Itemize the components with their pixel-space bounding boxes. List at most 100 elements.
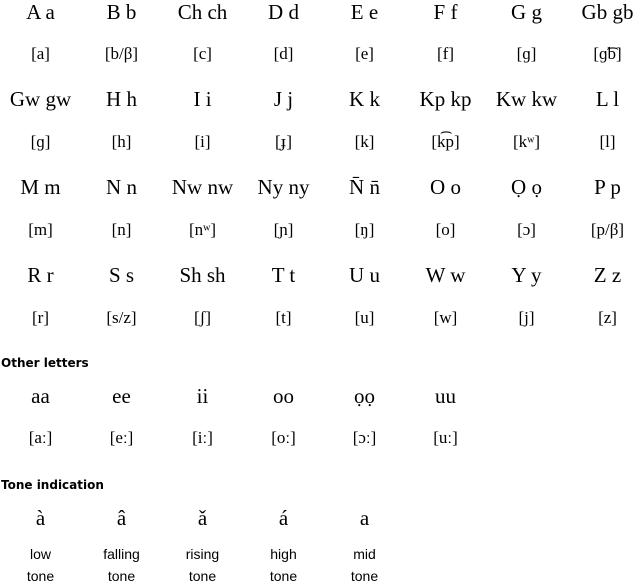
ipa-cell: [d]	[273, 44, 294, 63]
letter-row: M m N n Nw nw Ny ny N̄ n̄ O o Ọ ọ P p	[0, 176, 636, 220]
letter-cell: R r	[27, 263, 54, 287]
letter-cell: F f	[433, 0, 458, 24]
other-letters-heading: Other letters	[1, 356, 89, 370]
tone-label: falling tone	[81, 543, 162, 587]
ipa-cell: [ɲ]	[273, 220, 294, 239]
ipa-cell: [w]	[433, 308, 458, 327]
letter-cell: J j	[273, 87, 294, 111]
letter-cell: Gw gw	[9, 87, 72, 111]
letter-cell: P p	[594, 175, 621, 199]
letter-cell: O o	[430, 175, 461, 199]
letter-cell: Kp kp	[419, 87, 472, 111]
ipa-cell: [e]	[355, 44, 374, 63]
tone-mark: ǎ	[197, 506, 208, 530]
letter-cell: T t	[271, 263, 296, 287]
ipa-cell: [ɔː]	[352, 428, 377, 447]
letter-cell: H h	[106, 87, 137, 111]
letter-row: R r S s Sh sh T t U u W w Y y Z z	[0, 264, 636, 308]
ipa-cell: [f]	[437, 44, 454, 63]
ipa-cell: [ɡ]	[516, 44, 537, 63]
ipa-cell: [oː]	[271, 428, 296, 447]
ipa-cell: [ɔ]	[517, 220, 536, 239]
letter-cell: ee	[112, 384, 131, 408]
ipa-row: [a] [b/β] [c] [d] [e] [f] [ɡ] [ɡ͡b]	[0, 44, 636, 88]
tone-indication-heading: Tone indication	[1, 478, 104, 492]
letter-cell: N n	[106, 175, 137, 199]
ipa-row: [aː] [eː] [iː] [oː] [ɔː] [uː]	[0, 428, 636, 472]
ipa-cell: [eː]	[109, 428, 134, 447]
letter-row: aa ee ii oo ọọ uu	[0, 385, 636, 428]
letter-cell: aa	[31, 384, 50, 408]
tone-label: rising tone	[162, 543, 243, 587]
ipa-cell: [h]	[111, 132, 132, 151]
tone-mark: â	[116, 506, 127, 530]
ipa-cell: [o]	[435, 220, 456, 239]
letter-cell: D d	[268, 0, 299, 24]
letter-cell: Z z	[593, 263, 622, 287]
ipa-cell: [p/β]	[590, 220, 625, 239]
ipa-cell: [aː]	[28, 428, 53, 447]
letter-cell: uu	[435, 384, 456, 408]
ipa-cell: [r]	[32, 308, 49, 327]
ipa-cell: [ɡ͡b]	[593, 44, 622, 63]
letter-cell: U u	[349, 263, 380, 287]
tone-label: mid tone	[324, 543, 405, 587]
letter-row: A a B b Ch ch D d E e F f G g Gb gb	[0, 0, 636, 44]
tone-name: low	[29, 546, 51, 562]
ipa-row: [m] [n] [nʷ] [ɲ] [ŋ] [o] [ɔ] [p/β]	[0, 220, 636, 264]
letter-cell: Kw kw	[495, 87, 558, 111]
ipa-cell: [t]	[275, 308, 292, 327]
tone-mark: a	[359, 506, 370, 530]
tone-label-row: low tone falling tone rising tone high t…	[0, 543, 636, 587]
letter-cell: W w	[425, 263, 466, 287]
tone-table: à â ǎ á a low tone falling tone rising t…	[0, 507, 636, 587]
ipa-cell: [z]	[598, 308, 617, 327]
ipa-cell: [m]	[28, 220, 53, 239]
letter-cell: G g	[511, 0, 542, 24]
ipa-cell: [j]	[518, 308, 535, 327]
ipa-cell: [k͡p]	[431, 132, 460, 151]
letter-cell: N̄ n̄	[349, 175, 380, 199]
letter-cell: oo	[273, 384, 294, 408]
letter-row: Gw gw H h I i J j K k Kp kp Kw kw L l	[0, 88, 636, 132]
letter-cell: ọọ	[354, 384, 375, 408]
letter-cell: M m	[20, 175, 61, 199]
letter-cell: Gb gb	[581, 0, 634, 24]
letter-cell: I i	[193, 87, 212, 111]
tone-name: mid	[353, 546, 376, 562]
ipa-cell: [l]	[599, 132, 616, 151]
letter-cell: Nw nw	[171, 175, 234, 199]
tone-name: falling	[103, 546, 140, 562]
tone-mark: à	[35, 506, 46, 530]
ipa-cell: [u]	[354, 308, 375, 327]
letter-cell: Ch ch	[177, 0, 228, 24]
letter-cell: S s	[108, 263, 135, 287]
ipa-cell: [ŋ]	[354, 220, 375, 239]
ipa-cell: [a]	[31, 44, 50, 63]
letter-cell: A a	[26, 0, 55, 24]
tone-name: high	[270, 546, 297, 562]
ipa-cell: [nʷ]	[188, 220, 217, 239]
ipa-cell: [ʃ]	[194, 308, 211, 327]
letter-cell: ii	[196, 384, 209, 408]
alphabet-table: A a B b Ch ch D d E e F f G g Gb gb [a] …	[0, 0, 636, 352]
tone-label: high tone	[243, 543, 324, 587]
ipa-cell: [ɡ]	[30, 132, 51, 151]
tone-mark-row: à â ǎ á a	[0, 507, 636, 543]
letter-cell: Ny ny	[257, 175, 310, 199]
letter-cell: L l	[595, 87, 620, 111]
letter-cell: Sh sh	[179, 263, 226, 287]
ipa-cell: [s/z]	[106, 308, 137, 327]
ipa-cell: [k]	[354, 132, 375, 151]
letter-cell: K k	[349, 87, 380, 111]
ipa-cell: [ɟ]	[275, 132, 292, 151]
ipa-cell: [uː]	[433, 428, 458, 447]
ipa-cell: [n]	[111, 220, 132, 239]
ipa-cell: [kʷ]	[512, 132, 541, 151]
ipa-cell: [b/β]	[104, 44, 139, 63]
letter-cell: E e	[350, 0, 379, 24]
ipa-cell: [i]	[194, 132, 211, 151]
ipa-row: [ɡ] [h] [i] [ɟ] [k] [k͡p] [kʷ] [l]	[0, 132, 636, 176]
ipa-cell: [iː]	[192, 428, 213, 447]
ipa-cell: [c]	[193, 44, 212, 63]
